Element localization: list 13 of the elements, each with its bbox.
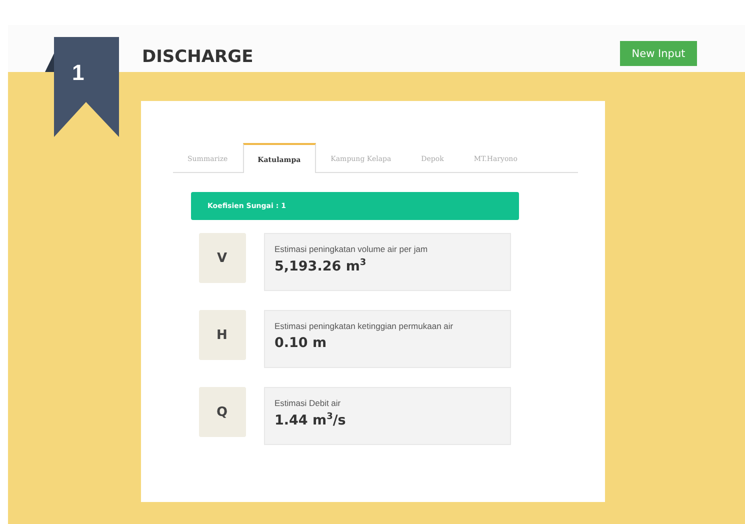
new-input-button[interactable]: New Input: [620, 41, 697, 66]
metric-value: 0.10 m: [274, 335, 327, 351]
symbol-tile: V: [198, 233, 246, 283]
metric-description: Estimasi peningkatan ketinggian permukaan air: [274, 321, 454, 331]
metric-value: 1.44 m$^{3}$/s: [274, 412, 346, 428]
metric-description: Estimasi Debit air: [274, 398, 341, 408]
metric-value: 5,193.26 m$^{3}$: [274, 258, 366, 274]
page-title: DISCHARGE: [142, 47, 254, 67]
symbol-tile: Q: [198, 387, 246, 437]
ribbon-number: 1: [72, 60, 84, 86]
metric-description: Estimasi peningkatan volume air per jam: [274, 244, 428, 254]
ribbon-icon: [45, 37, 119, 137]
symbol-tile: H: [198, 310, 246, 360]
